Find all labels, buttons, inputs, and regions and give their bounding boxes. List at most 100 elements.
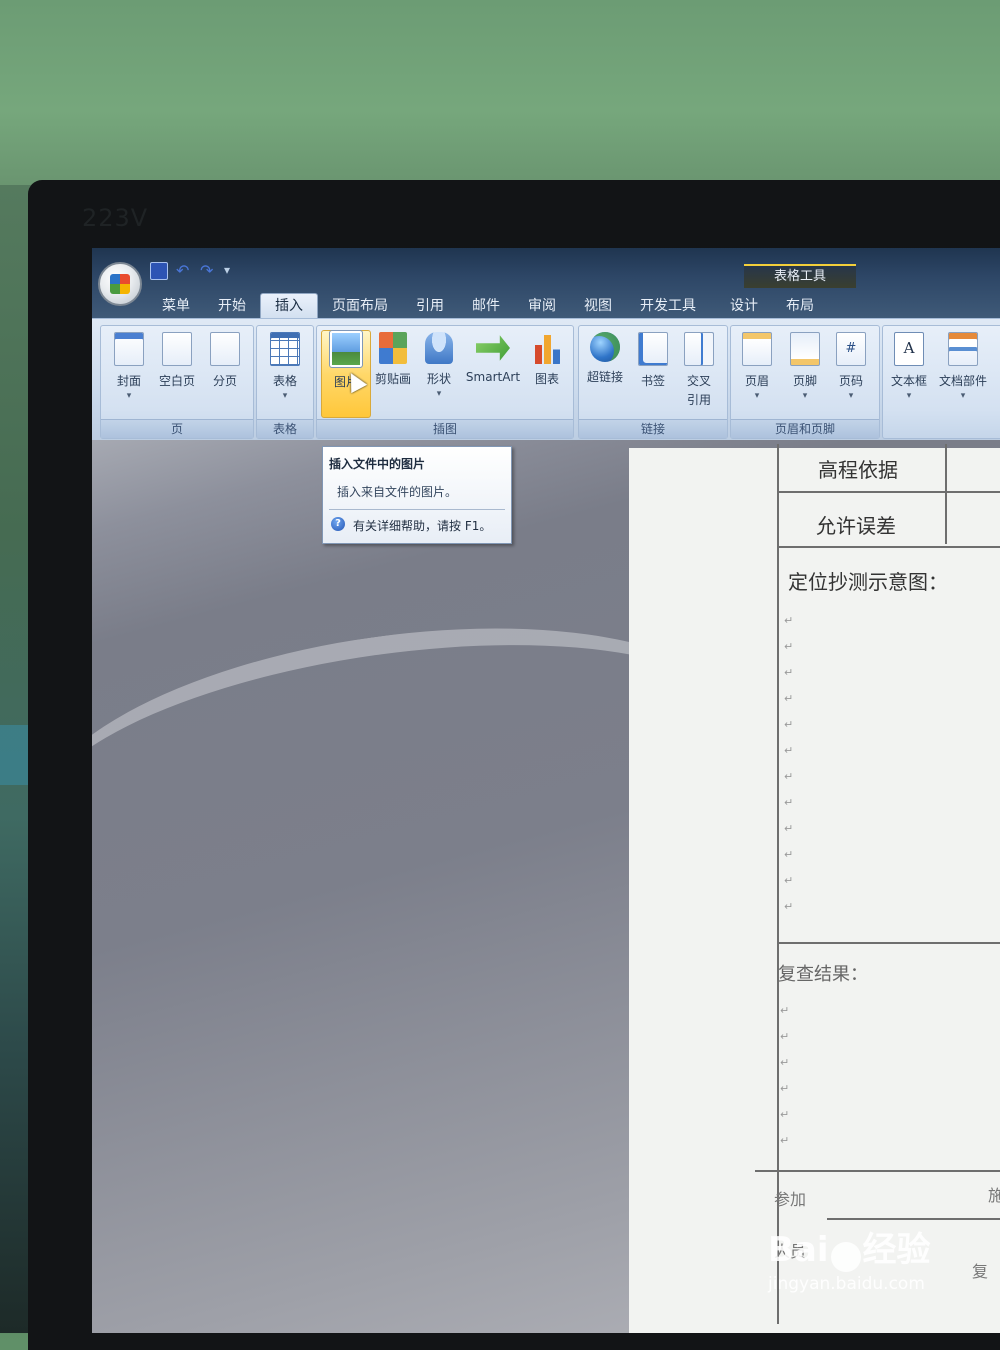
save-icon[interactable] bbox=[150, 262, 168, 280]
paragraph-mark-icon: ↵ bbox=[784, 822, 794, 835]
paragraph-mark-icon: ↵ bbox=[780, 1134, 790, 1147]
shapes-button[interactable]: 形状 ▾ bbox=[415, 332, 463, 414]
cell-recheck-label: 复查结果： bbox=[778, 964, 868, 985]
tab-insert[interactable]: 插入 bbox=[260, 293, 318, 318]
table-tools-context-title: 表格工具 bbox=[744, 264, 856, 288]
group-tables: 表格 ▾ 表格 bbox=[256, 325, 314, 439]
redo-icon[interactable]: ↷ bbox=[200, 263, 216, 279]
customize-qat-button[interactable]: ▾ bbox=[224, 263, 240, 279]
quick-parts-icon bbox=[948, 332, 978, 366]
table-border bbox=[777, 546, 1000, 548]
cell-right-1: 施 bbox=[988, 1186, 1000, 1205]
paragraph-mark-icon: ↵ bbox=[784, 874, 794, 887]
cross-reference-icon bbox=[684, 332, 714, 366]
tab-review[interactable]: 审阅 bbox=[514, 294, 570, 318]
cross-reference-button[interactable]: 交叉 引用 bbox=[675, 332, 723, 414]
paragraph-mark-icon: ↵ bbox=[784, 666, 794, 679]
table-border bbox=[755, 1170, 1000, 1172]
tab-design[interactable]: 设计 bbox=[716, 294, 772, 318]
cell-diagram-label: 定位抄测示意图： bbox=[788, 570, 948, 594]
page-break-button[interactable]: 分页 bbox=[201, 332, 249, 414]
group-text: A 文本框 ▾ 文档部件 ▾ bbox=[882, 325, 1000, 439]
cover-page-button[interactable]: 封面 ▾ bbox=[105, 332, 153, 414]
hyperlink-button[interactable]: 超链接 bbox=[581, 332, 629, 414]
paragraph-mark-icon: ↵ bbox=[780, 1030, 790, 1043]
page-break-icon bbox=[210, 332, 240, 366]
hyperlink-globe-icon bbox=[590, 332, 620, 362]
baidu-paw-icon bbox=[830, 1241, 861, 1272]
watermark-url: jingyan.baidu.com bbox=[768, 1273, 925, 1294]
group-label: 页眉和页脚 bbox=[731, 419, 879, 438]
footer-button[interactable]: 页脚 ▾ bbox=[781, 332, 829, 414]
paragraph-mark-icon: ↵ bbox=[780, 1108, 790, 1121]
table-button[interactable]: 表格 ▾ bbox=[261, 332, 309, 414]
chart-button[interactable]: 图表 bbox=[523, 332, 571, 414]
clipart-button[interactable]: 剪贴画 bbox=[369, 332, 417, 414]
footer-icon bbox=[790, 332, 820, 366]
help-icon: ? bbox=[331, 517, 345, 531]
cell-elevation-basis: 高程依据 bbox=[818, 458, 898, 482]
blank-page-button[interactable]: 空白页 bbox=[153, 332, 201, 414]
quick-access-toolbar: ↶ ↷ ▾ bbox=[150, 260, 240, 282]
smartart-button[interactable]: SmartArt bbox=[463, 332, 523, 414]
picture-tooltip: 插入文件中的图片 插入来自文件的图片。 ? 有关详细帮助，请按 F1。 bbox=[322, 446, 512, 544]
tab-menu[interactable]: 菜单 bbox=[148, 294, 204, 318]
office-logo-icon bbox=[110, 274, 130, 294]
cell-right-2: 复 bbox=[972, 1262, 989, 1281]
page-number-button[interactable]: # 页码 ▾ bbox=[827, 332, 875, 414]
undo-icon[interactable]: ↶ bbox=[176, 263, 192, 279]
table-border bbox=[945, 444, 947, 544]
monitor-brand: 223V bbox=[82, 204, 149, 232]
paragraph-mark-icon: ↵ bbox=[784, 900, 794, 913]
dropdown-arrow-icon: ▾ bbox=[802, 391, 808, 401]
table-border bbox=[777, 942, 1000, 944]
page-number-icon: # bbox=[836, 332, 866, 366]
dropdown-arrow-icon: ▾ bbox=[282, 391, 288, 401]
tab-page-layout[interactable]: 页面布局 bbox=[318, 294, 402, 318]
picture-button[interactable]: 图片 bbox=[321, 330, 371, 418]
screen: ↶ ↷ ▾ 表格工具 菜单 开始 插入 页面布局 引用 邮件 审阅 视图 开发工… bbox=[92, 248, 1000, 1333]
bookmark-icon bbox=[638, 332, 668, 366]
dropdown-arrow-icon: ▾ bbox=[848, 391, 854, 401]
title-bar: ↶ ↷ ▾ 表格工具 菜单 开始 插入 页面布局 引用 邮件 审阅 视图 开发工… bbox=[92, 248, 1000, 318]
office-button[interactable] bbox=[98, 262, 142, 306]
table-icon bbox=[270, 332, 300, 366]
paragraph-mark-icon: ↵ bbox=[784, 796, 794, 809]
group-links: 超链接 书签 交叉 引用 链接 bbox=[578, 325, 728, 439]
group-label: 链接 bbox=[579, 419, 727, 438]
cell-tolerance: 允许误差 bbox=[816, 514, 896, 538]
tooltip-help-text: 有关详细帮助，请按 F1。 bbox=[353, 519, 492, 533]
header-button[interactable]: 页眉 ▾ bbox=[733, 332, 781, 414]
group-label: 插图 bbox=[317, 419, 573, 438]
tab-mailings[interactable]: 邮件 bbox=[458, 294, 514, 318]
dropdown-arrow-icon: ▾ bbox=[906, 391, 912, 401]
paragraph-mark-icon: ↵ bbox=[784, 770, 794, 783]
dropdown-arrow-icon: ▾ bbox=[960, 391, 966, 401]
tooltip-description: 插入来自文件的图片。 bbox=[337, 485, 458, 499]
blank-page-icon bbox=[162, 332, 192, 366]
text-box-button[interactable]: A 文本框 ▾ bbox=[885, 332, 933, 414]
ribbon: 封面 ▾ 空白页 分页 页 表格 ▾ 表格 图片 剪贴画 形状 ▾ SmartA… bbox=[92, 318, 1000, 441]
header-icon bbox=[742, 332, 772, 366]
cell-participants-1: 参加 bbox=[774, 1190, 807, 1209]
tab-layout[interactable]: 布局 bbox=[772, 294, 828, 318]
tab-view[interactable]: 视图 bbox=[570, 294, 626, 318]
paragraph-mark-icon: ↵ bbox=[784, 718, 794, 731]
clipart-icon bbox=[379, 332, 407, 364]
tab-references[interactable]: 引用 bbox=[402, 294, 458, 318]
picture-icon bbox=[329, 330, 363, 368]
tooltip-title: 插入文件中的图片 bbox=[329, 457, 426, 471]
tab-developer[interactable]: 开发工具 bbox=[626, 294, 710, 318]
paragraph-mark-icon: ↵ bbox=[780, 1056, 790, 1069]
cover-page-icon bbox=[114, 332, 144, 366]
group-header-footer: 页眉 ▾ 页脚 ▾ # 页码 ▾ 页眉和页脚 bbox=[730, 325, 880, 439]
paragraph-mark-icon: ↵ bbox=[780, 1082, 790, 1095]
quick-parts-button[interactable]: 文档部件 ▾ bbox=[933, 332, 993, 414]
paragraph-mark-icon: ↵ bbox=[784, 692, 794, 705]
paragraph-mark-icon: ↵ bbox=[784, 640, 794, 653]
tab-home[interactable]: 开始 bbox=[204, 294, 260, 318]
bookmark-button[interactable]: 书签 bbox=[629, 332, 677, 414]
table-border bbox=[777, 491, 1000, 493]
tooltip-divider bbox=[329, 509, 505, 510]
ribbon-tabs: 菜单 开始 插入 页面布局 引用 邮件 审阅 视图 开发工具 设计 布局 bbox=[148, 292, 828, 318]
